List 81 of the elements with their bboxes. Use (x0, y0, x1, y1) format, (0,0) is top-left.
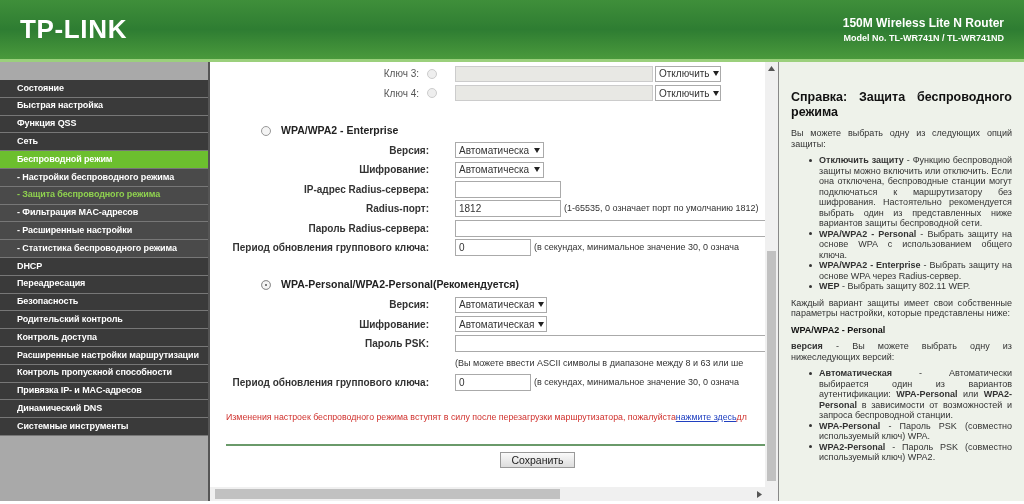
field-label: Версия: (389, 143, 429, 158)
model-number: Model No. TL-WR741N / TL-WR741ND (843, 31, 1004, 45)
dropdown[interactable]: Автоматическа (455, 161, 544, 178)
field-label: Версия: (389, 298, 429, 313)
product-name: 150M Wireless Lite N Router (842, 14, 1004, 32)
dropdown[interactable]: Автоматическая (455, 316, 547, 333)
scroll-right-icon[interactable] (757, 490, 762, 498)
field-label: IP-адрес Radius-сервера: (303, 182, 429, 197)
field-label: Пароль PSK: (365, 337, 429, 352)
input-field[interactable] (455, 65, 653, 82)
radio-button[interactable] (261, 125, 271, 136)
bullet-icon (809, 371, 812, 375)
vertical-scrollbar[interactable] (765, 62, 778, 487)
input-field[interactable]: 1812 (455, 200, 561, 218)
sidebar-item[interactable]: - Расширенные настройки (0, 222, 208, 241)
hint-text: (в секундах, минимальное значение 30, 0 означа (534, 376, 739, 389)
caret-icon (712, 71, 719, 77)
caret-icon (534, 147, 540, 153)
caret-icon (537, 321, 544, 327)
help-list-item: WEP - Выбрать защиту 802.11 WEP. (819, 281, 971, 292)
caret-icon (537, 302, 544, 308)
scroll-thumb[interactable] (767, 251, 776, 481)
help-paragraph: Вы можете выбрать одну из следующих опций защиты: (791, 128, 1012, 149)
field-label: Период обновления группового ключа: (232, 376, 429, 391)
field-label: Пароль Radius-сервера: (308, 221, 429, 236)
help-list-item: WPA/WPA2 - Personal - Выбрать защиту на основе WPA с использованием общего ключа. (819, 228, 1012, 260)
help-list-item: WPA-Personal - Пароль PSK (совместно используемый ключ) WPA. (819, 420, 1012, 442)
hint-text: (Вы можете ввести ASCII символы в диапазоне между 8 и 63 или ше (455, 356, 744, 370)
help-list-item: Отключить защиту - Функцию беспроводной защиты можно включить или отключить. Если она отключена, беспроводные станции могут подключаться к маршрутизатору без шифрования. Настоятельно рекомендуется выбрать один из представленных ниже вариантов защиты беспроводной сети. (819, 155, 1012, 229)
dropdown[interactable]: Отключить (655, 65, 721, 82)
save-button[interactable]: Сохранить (500, 451, 575, 468)
help-title: Справка: Защита беспроводного режима (791, 90, 1012, 120)
dropdown[interactable]: Автоматическая (455, 296, 547, 313)
input-field[interactable] (455, 219, 765, 237)
help-list-item: WPA2-Personal - Пароль PSK (совместно используемый ключ) WPA2. (819, 441, 1012, 463)
input-field[interactable]: 0 (455, 374, 531, 392)
bullet-icon (809, 445, 812, 449)
radio-button[interactable] (427, 68, 437, 79)
input-field[interactable] (455, 85, 653, 102)
field-label: Ключ 3: (383, 67, 419, 82)
reload-link[interactable]: нажмите здесь (675, 411, 737, 422)
notice-text: Изменения настроек беспроводного режима вступят в силу после перезагрузки маршрутизатора, пожалуйстанажмите здесьдл (226, 410, 747, 424)
hint-text: (в секундах, минимальное значение 30, 0 означа (534, 241, 739, 254)
help-paragraph: версия - Вы можете выбрать одну из нижеследующих версий: (791, 341, 1012, 362)
sidebar-item[interactable]: Состояние (0, 80, 208, 98)
input-field[interactable]: 0 (455, 239, 531, 257)
sidebar-item[interactable]: Контроль доступа (0, 329, 208, 347)
dropdown[interactable]: Отключить (655, 85, 721, 102)
radio-button[interactable] (261, 280, 271, 291)
input-field[interactable] (455, 335, 765, 353)
logo: TP-LINK (20, 13, 128, 46)
sidebar-item[interactable]: Системные инструменты (0, 418, 208, 436)
sidebar-item[interactable]: - Статистика беспроводного режима (0, 240, 208, 258)
section-title: WPA-Personal/WPA2-Personal(Рекомендуется) (281, 277, 519, 293)
bullet-icon (809, 284, 812, 288)
bullet-icon (809, 263, 812, 267)
scroll-up-icon[interactable] (768, 65, 775, 71)
bullet-icon (809, 232, 812, 236)
bullet-icon (809, 424, 812, 428)
bullet-icon (809, 158, 812, 162)
field-label: Шифрование: (359, 317, 429, 332)
help-paragraph: Каждый вариант защиты имеет свои собственные параметры настройки, которые представлены ниже: (791, 297, 1012, 319)
input-field[interactable] (455, 180, 561, 198)
dropdown[interactable]: Автоматическа (455, 142, 544, 159)
field-label: Radius-порт: (365, 202, 429, 217)
help-heading: WPA/WPA2 - Personal (791, 324, 887, 335)
hint-text: (1-65535, 0 означает порт по умолчанию 1812) (564, 202, 759, 215)
sidebar-item[interactable]: Динамический DNS (0, 400, 208, 419)
caret-icon (534, 167, 540, 173)
sidebar-item[interactable]: Родительский контроль (0, 311, 208, 330)
radio-button[interactable] (427, 88, 437, 99)
help-list-item: Автоматическая - Автоматически выбирается один из вариантов аутентификации: WPA-Personal или WPA2-Personal в зависимости от возможностей и запроса беспроводной станции. (819, 368, 1012, 421)
horizontal-scrollbar[interactable] (210, 487, 778, 501)
field-label: Ключ 4: (383, 86, 419, 101)
scroll-thumb[interactable] (215, 489, 560, 499)
section-title: WPA/WPA2 - Enterprise (281, 122, 399, 138)
sidebar-item[interactable]: Сеть (0, 133, 208, 152)
field-label: Период обновления группового ключа: (232, 241, 429, 256)
help-list-item: WPA/WPA2 - Enterprise - Выбрать защиту на основе WPA через Radius-сервер. (819, 260, 1012, 281)
caret-icon (712, 90, 719, 96)
field-label: Шифрование: (359, 163, 429, 178)
